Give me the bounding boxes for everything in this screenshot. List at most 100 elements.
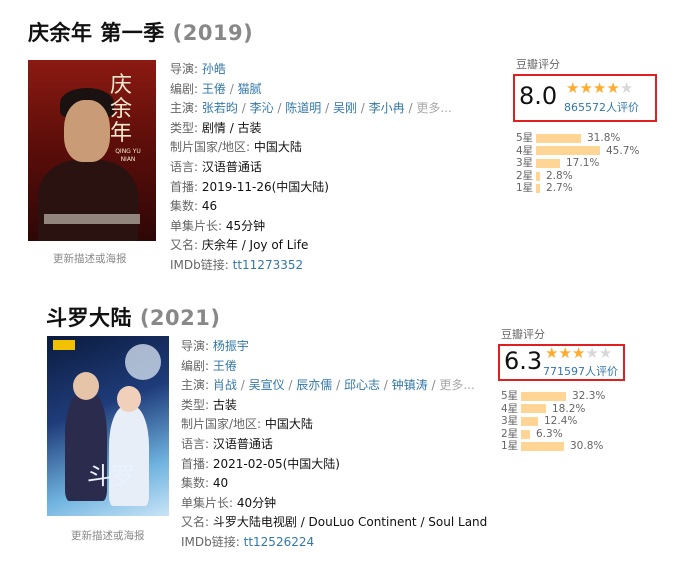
cast-link[interactable]: 陈道明	[285, 101, 321, 115]
bar-star-label: 4星	[516, 144, 534, 157]
bar-percent: 45.7%	[606, 144, 640, 157]
imdb-link[interactable]: tt12526224	[244, 535, 315, 549]
cast-link[interactable]: 张若昀	[202, 101, 238, 115]
genre-row: 类型: 剧情 / 古装	[170, 119, 452, 139]
bar-percent: 31.8%	[587, 132, 621, 144]
separator: /	[225, 81, 238, 96]
country-label: 制片国家/地区:	[170, 140, 251, 155]
genre-label: 类型:	[170, 120, 199, 135]
poster-figure-body	[38, 160, 138, 241]
subject-entry: 斗罗大陆 (2021) 斗罗 更新描述或海报 导演: 杨振宇 编剧: 王倦 主演…	[0, 292, 691, 563]
episodes-label: 集数:	[181, 476, 210, 491]
rating-score: 6.3	[504, 347, 543, 375]
runtime-value: 45分钟	[225, 218, 266, 233]
cast-link[interactable]: 辰亦儒	[296, 378, 332, 392]
writer-link[interactable]: 猫腻	[238, 82, 262, 96]
runtime-value: 40分钟	[236, 495, 277, 510]
runtime-label: 单集片长:	[181, 495, 234, 510]
rating-bar-row: 2星 6.3%	[501, 428, 625, 441]
star-empty-icon: ★	[619, 79, 634, 97]
rating-votes-link[interactable]: 771597人评价	[543, 363, 618, 379]
bar-star-label: 5星	[516, 132, 534, 144]
separator: /	[284, 378, 297, 393]
bar-star-label: 4星	[501, 402, 519, 415]
update-poster-link[interactable]: 更新描述或海报	[53, 251, 127, 266]
bar-percent: 18.2%	[552, 402, 586, 415]
poster-image[interactable]: 庆余年 QING YU NIAN	[28, 60, 156, 241]
director-link[interactable]: 孙皓	[202, 62, 226, 76]
writer-row: 编剧: 王倦 / 猫腻	[170, 80, 452, 100]
update-poster-link[interactable]: 更新描述或海报	[71, 528, 145, 543]
bar-star-label: 1星	[516, 182, 534, 195]
separator: /	[379, 378, 392, 393]
separator: /	[237, 101, 250, 116]
director-link[interactable]: 杨振宇	[213, 339, 249, 353]
language-value: 汉语普通话	[201, 159, 262, 174]
runtime-row: 单集片长: 45分钟	[170, 217, 452, 237]
rating-label: 豆瓣评分	[501, 328, 545, 341]
cast-link[interactable]: 钟镇涛	[392, 378, 428, 392]
poster-badge	[53, 340, 75, 350]
cast-more-link[interactable]: 更多...	[439, 378, 474, 392]
separator: /	[273, 101, 286, 116]
rating-bar	[521, 429, 530, 439]
director-row: 导演: 孙皓	[170, 60, 452, 80]
cast-link[interactable]: 吴宣仪	[249, 378, 285, 392]
bar-star-label: 3星	[501, 415, 519, 428]
writer-label: 编剧:	[170, 81, 199, 96]
poster-image[interactable]: 斗罗	[47, 336, 169, 516]
aka-value: 庆余年 / Joy of Life	[201, 238, 309, 253]
genre-value: 古装	[212, 397, 237, 412]
language-value: 汉语普通话	[212, 436, 273, 451]
star-empty-icon: ★	[598, 344, 613, 362]
bar-percent: 6.3%	[536, 427, 563, 440]
country-row: 制片国家/地区: 中国大陆	[170, 138, 452, 158]
runtime-row: 单集片长: 40分钟	[181, 494, 487, 514]
rating-breakdown: 5星 31.8% 4星 45.7% 3星 17.1% 2星 2.8% 1星 2.7%	[516, 132, 657, 195]
subject-info: 导演: 杨振宇 编剧: 王倦 主演: 肖战 / 吴宣仪 / 辰亦儒 / 邱心志 …	[181, 337, 487, 553]
rating-panel: 豆瓣评分 8.0 ★★★★★ 865572人评价 5星 31.8% 4星 45.7%…	[513, 58, 657, 195]
cast-link[interactable]: 李沁	[250, 101, 274, 115]
writer-row: 编剧: 王倦	[181, 357, 487, 377]
rating-bar	[536, 146, 600, 156]
poster-calligraphy: 庆余年	[110, 73, 133, 146]
aka-row: 又名: 斗罗大陆电视剧 / DouLuo Continent / Soul La…	[181, 513, 487, 533]
poster-figure-right-head	[117, 386, 141, 412]
rating-label: 豆瓣评分	[516, 58, 560, 71]
cast-link[interactable]: 邱心志	[344, 378, 380, 392]
imdb-row: IMDb链接: tt12526224	[181, 533, 487, 553]
title-text: 庆余年 第一季	[28, 21, 165, 45]
country-label: 制片国家/地区:	[181, 417, 262, 432]
rating-bar	[521, 404, 546, 414]
bar-percent: 30.8%	[570, 440, 604, 453]
rating-bar	[536, 133, 581, 143]
rating-panel: 豆瓣评分 6.3 ★★★★★ 771597人评价 5星 32.3% 4星 18.2%…	[498, 328, 625, 453]
writer-label: 编剧:	[181, 358, 210, 373]
rating-bar-row: 1星 2.7%	[516, 182, 657, 195]
cast-link[interactable]: 李小冉	[369, 101, 405, 115]
separator: /	[404, 101, 417, 116]
imdb-row: IMDb链接: tt11273352	[170, 256, 452, 276]
writer-link[interactable]: 王倦	[202, 82, 226, 96]
cast-link[interactable]: 肖战	[213, 378, 237, 392]
star-icon: ★	[545, 344, 559, 362]
cast-label: 主演:	[170, 101, 199, 116]
imdb-link[interactable]: tt11273352	[233, 258, 304, 272]
bar-percent: 2.7%	[546, 182, 573, 195]
rating-breakdown: 5星 32.3% 4星 18.2% 3星 12.4% 2星 6.3% 1星 30.8%	[501, 390, 625, 453]
poster-moon	[125, 344, 161, 380]
cast-more-link[interactable]: 更多...	[416, 101, 451, 115]
rating-votes-link[interactable]: 865572人评价	[564, 99, 639, 115]
separator: /	[332, 378, 344, 393]
cast-link[interactable]: 吴刚	[333, 101, 357, 115]
rating-stars: ★★★★★	[566, 81, 633, 96]
star-icon: ★	[592, 79, 607, 97]
separator: /	[356, 101, 369, 116]
rating-bar	[521, 391, 566, 401]
country-value: 中国大陆	[264, 417, 313, 432]
premiere-value: 2019-11-26(中国大陆)	[201, 179, 329, 194]
writer-link[interactable]: 王倦	[213, 359, 237, 373]
episodes-value: 46	[201, 199, 218, 214]
aka-label: 又名:	[181, 515, 210, 530]
country-value: 中国大陆	[253, 140, 302, 155]
